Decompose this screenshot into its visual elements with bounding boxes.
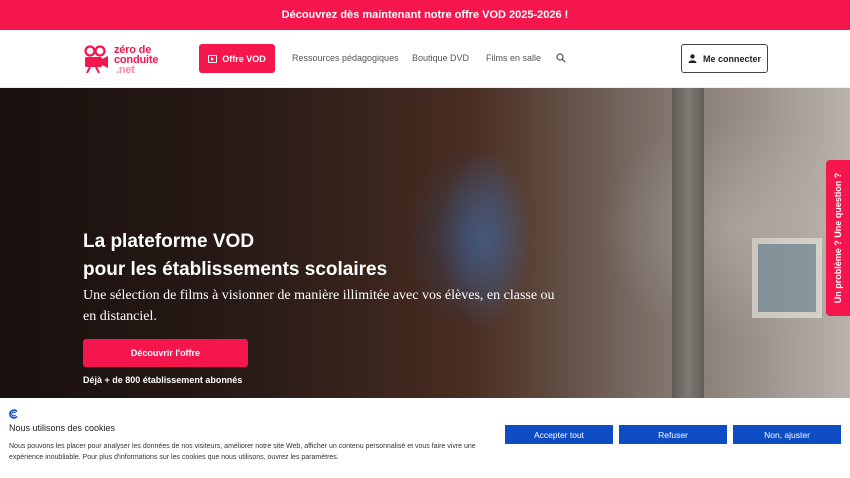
discover-offer-button[interactable]: Découvrir l'offre: [83, 339, 248, 367]
accept-all-button[interactable]: Accepter tout: [505, 425, 613, 444]
adjust-button[interactable]: Non, ajuster: [733, 425, 841, 444]
offre-vod-label: Offre VOD: [222, 53, 266, 64]
hero-title-line-1: La plateforme VOD: [83, 231, 255, 252]
hero-title: La plateforme VOD pour les établissement…: [83, 228, 583, 284]
refuse-button[interactable]: Refuser: [619, 425, 727, 444]
logo-wordmark: zéro de conduite .net: [114, 45, 174, 76]
logo-line-3: .net: [116, 64, 135, 76]
subscribers-count: Déjà + de 800 établissement abonnés: [83, 375, 243, 385]
cookie-banner: Nous utilisons des cookies Nous pouvons …: [0, 398, 850, 478]
login-label: Me connecter: [702, 53, 762, 64]
cookie-title: Nous utilisons des cookies: [9, 423, 116, 433]
cookie-description: Nous pouvons les placer pour analyser le…: [9, 443, 476, 461]
cookie-consent-logo-icon: [9, 409, 18, 419]
site-header: zéro de conduite .net Offre VOD Ressourc…: [0, 30, 850, 88]
user-icon: [688, 54, 697, 63]
play-screen-icon: [208, 54, 218, 63]
hero-subtitle: Une sélection de films à visionner de ma…: [83, 288, 555, 324]
nav-link-boutique[interactable]: Boutique DVD: [412, 53, 469, 63]
promo-text[interactable]: Découvrez dès maintenant notre offre VOD…: [282, 9, 569, 21]
film-camera-icon: [84, 45, 108, 73]
help-side-tab-label: Un problème ? Une question ?: [833, 172, 843, 304]
nav-link-films[interactable]: Films en salle: [486, 53, 541, 63]
site-logo[interactable]: zéro de conduite .net: [83, 43, 173, 77]
help-side-tab[interactable]: Un problème ? Une question ?: [826, 160, 850, 316]
hero-title-line-2: pour les établissements scolaires: [83, 259, 388, 280]
offre-vod-button[interactable]: Offre VOD: [199, 44, 275, 73]
promo-banner[interactable]: Découvrez dès maintenant notre offre VOD…: [0, 0, 850, 30]
nav-link-ressources[interactable]: Ressources pédagogiques: [292, 53, 399, 63]
hero-banner: La plateforme VOD pour les établissement…: [0, 88, 850, 398]
search-icon[interactable]: [556, 53, 566, 63]
login-button[interactable]: Me connecter: [681, 44, 768, 73]
